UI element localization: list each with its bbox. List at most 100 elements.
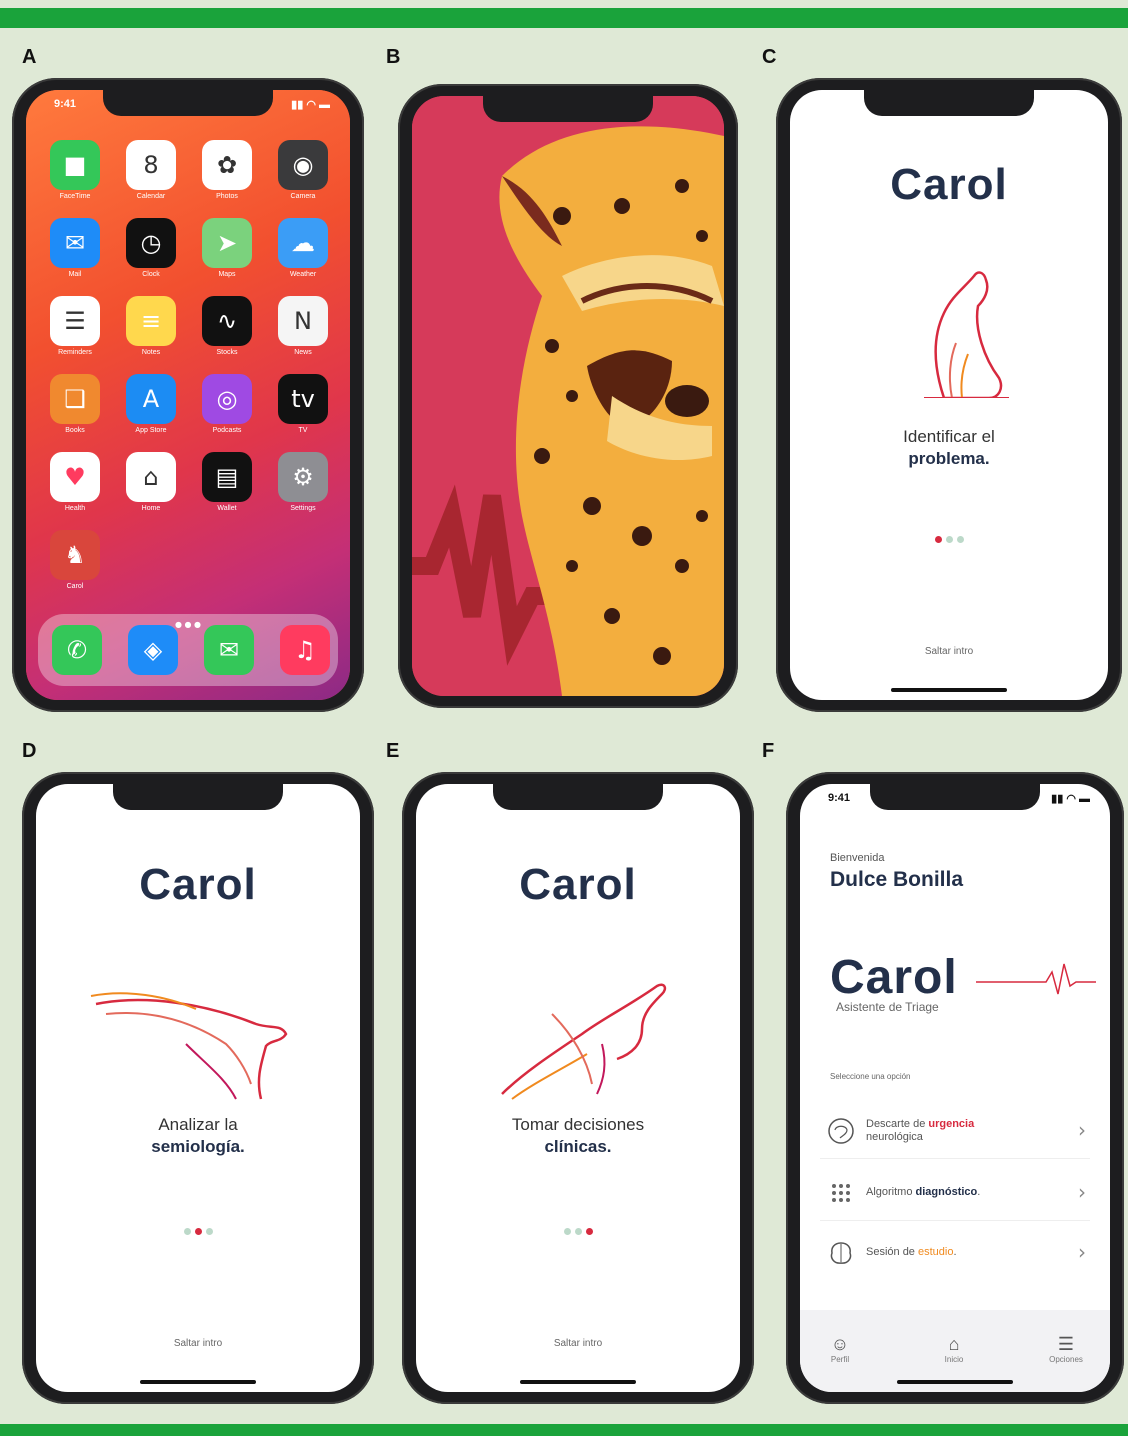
top-green-bar <box>0 8 1128 28</box>
tab-perfil[interactable]: ☺ Perfil <box>810 1334 870 1364</box>
cheetah-illustration <box>412 96 724 696</box>
brand-subtitle: Asistente de Triage <box>836 1000 939 1014</box>
greeting-text: Bienvenida <box>830 852 885 864</box>
app-label: Wallet <box>217 505 237 512</box>
app-label: App Store <box>135 427 167 434</box>
option-estudio[interactable]: Sesión de estudio. › <box>820 1224 1090 1280</box>
main-menu-screen: 9:41 ▮▮ ◠ ▬ Bienvenida Dulce Bonilla Car… <box>800 784 1110 1392</box>
podcasts-icon[interactable]: ◎ <box>202 374 252 424</box>
app-label: Clock <box>142 271 160 278</box>
status-time: 9:41 <box>54 98 77 110</box>
person-icon: ☺ <box>830 1334 850 1354</box>
music-icon[interactable]: ♫ <box>280 625 330 675</box>
app-label: Weather <box>289 271 317 278</box>
app-label: Health <box>64 505 86 512</box>
notch <box>103 90 273 116</box>
pager-dots[interactable] <box>416 1220 740 1239</box>
panel-label-b: B <box>386 46 401 68</box>
brand-title: Carol <box>139 860 257 909</box>
phone-d: Carol Analizar la semiología. Saltar int… <box>22 772 374 1404</box>
home-icon: ⌂ <box>948 1334 960 1354</box>
mail-icon[interactable]: ✉ <box>50 218 100 268</box>
intro-caption: Identificar el problema. <box>903 427 995 468</box>
tab-opciones[interactable]: ☰ Opciones <box>1036 1334 1096 1364</box>
sitting-cheetah-logo <box>924 271 1009 398</box>
skip-intro-link[interactable]: Saltar intro <box>416 1338 740 1349</box>
books-icon[interactable]: ❑ <box>50 374 100 424</box>
notes-icon[interactable]: ≡ <box>126 296 176 346</box>
camera-icon[interactable]: ◉ <box>278 140 328 190</box>
skip-intro-link[interactable]: Saltar intro <box>790 646 1108 657</box>
home-indicator <box>897 1380 1013 1384</box>
notch <box>113 784 283 810</box>
option-urgencia[interactable]: Descarte de urgencia neurológica › <box>820 1102 1090 1159</box>
safari-icon[interactable]: ◈ <box>128 625 178 675</box>
reminders-icon[interactable]: ☰ <box>50 296 100 346</box>
wallet-icon[interactable]: ▤ <box>202 452 252 502</box>
messages-icon[interactable]: ✉ <box>204 625 254 675</box>
intro-caption: Analizar la semiología. <box>151 1115 245 1156</box>
home-indicator <box>520 1380 636 1384</box>
notch <box>493 784 663 810</box>
health-icon[interactable]: ♥ <box>50 452 100 502</box>
option-label: Descarte de urgencia neurológica <box>866 1118 975 1143</box>
phone-c: Carol Identificar el problema. Saltar in… <box>776 78 1122 712</box>
chevron-right-icon: › <box>1078 1180 1086 1204</box>
brand-title: Carol <box>890 160 1008 209</box>
tv-icon[interactable]: tv <box>278 374 328 424</box>
panel-label-a: A <box>22 46 37 68</box>
phone-e: Carol Tomar decisiones clínicas. Saltar … <box>402 772 754 1404</box>
app-store-icon[interactable]: A <box>126 374 176 424</box>
carol-app-icon[interactable]: ♞ <box>50 530 100 580</box>
option-label: Sesión de estudio. <box>866 1246 957 1258</box>
home-indicator <box>140 1380 256 1384</box>
menu-icon: ☰ <box>1057 1334 1075 1354</box>
panel-label-f: F <box>762 740 775 762</box>
user-name: Dulce Bonilla <box>830 868 964 891</box>
app-label: Photos <box>216 193 238 200</box>
chevron-right-icon: › <box>1078 1118 1086 1142</box>
app-label: Carol <box>66 583 84 590</box>
app-label: Mail <box>68 271 82 278</box>
phone-f: 9:41 ▮▮ ◠ ▬ Bienvenida Dulce Bonilla Car… <box>786 772 1124 1404</box>
leaping-cheetah-logo <box>501 983 667 1100</box>
notch <box>870 784 1040 810</box>
pager-dots[interactable] <box>36 1220 360 1239</box>
home-app-icon[interactable]: ⌂ <box>126 452 176 502</box>
status-time: 9:41 <box>828 792 851 804</box>
weather-icon[interactable]: ☁ <box>278 218 328 268</box>
tab-inicio[interactable]: ⌂ Inicio <box>924 1334 984 1364</box>
app-label: Stocks <box>216 349 238 356</box>
brain-icon <box>830 1242 852 1264</box>
skip-intro-link[interactable]: Saltar intro <box>36 1338 360 1349</box>
stocks-icon[interactable]: ∿ <box>202 296 252 346</box>
select-prompt: Seleccione una opción <box>830 1072 911 1081</box>
home-indicator <box>891 688 1007 692</box>
splash-screen <box>412 96 724 696</box>
intro-caption: Tomar decisiones clínicas. <box>511 1115 645 1156</box>
intro-screen-1: Carol Identificar el problema. Saltar in… <box>790 90 1108 700</box>
news-icon[interactable]: N <box>278 296 328 346</box>
app-label: Settings <box>290 505 316 512</box>
notch <box>483 96 653 122</box>
intro-screen-2: Carol Analizar la semiología. Saltar int… <box>36 784 360 1392</box>
dock: ✆ ◈ ✉ ♫ <box>38 614 338 686</box>
notch <box>864 90 1034 116</box>
app-label: News <box>294 349 312 356</box>
panel-label-d: D <box>22 740 37 762</box>
app-label: Podcasts <box>212 427 242 434</box>
calendar-icon[interactable]: 8 <box>126 140 176 190</box>
phone-icon[interactable]: ✆ <box>52 625 102 675</box>
maps-icon[interactable]: ➤ <box>202 218 252 268</box>
status-signal-icon: ▮▮ ◠ ▬ <box>291 99 330 111</box>
clock-icon[interactable]: ◷ <box>126 218 176 268</box>
app-label: Books <box>65 427 85 434</box>
phone-b <box>398 84 738 708</box>
phone-a: 9:41 ▮▮ ◠ ▬ ■ FaceTime 8 Calendar ✿ Photos ◉ Ca… <box>12 78 364 712</box>
option-algoritmo[interactable]: Algoritmo diagnóstico. › <box>820 1164 1090 1221</box>
intro-screen-3: Carol Tomar decisiones clínicas. Saltar … <box>416 784 740 1392</box>
video-camera-icon[interactable]: ■ <box>50 140 100 190</box>
photos-icon[interactable]: ✿ <box>202 140 252 190</box>
pager-dots[interactable] <box>790 528 1108 547</box>
settings-icon[interactable]: ⚙ <box>278 452 328 502</box>
